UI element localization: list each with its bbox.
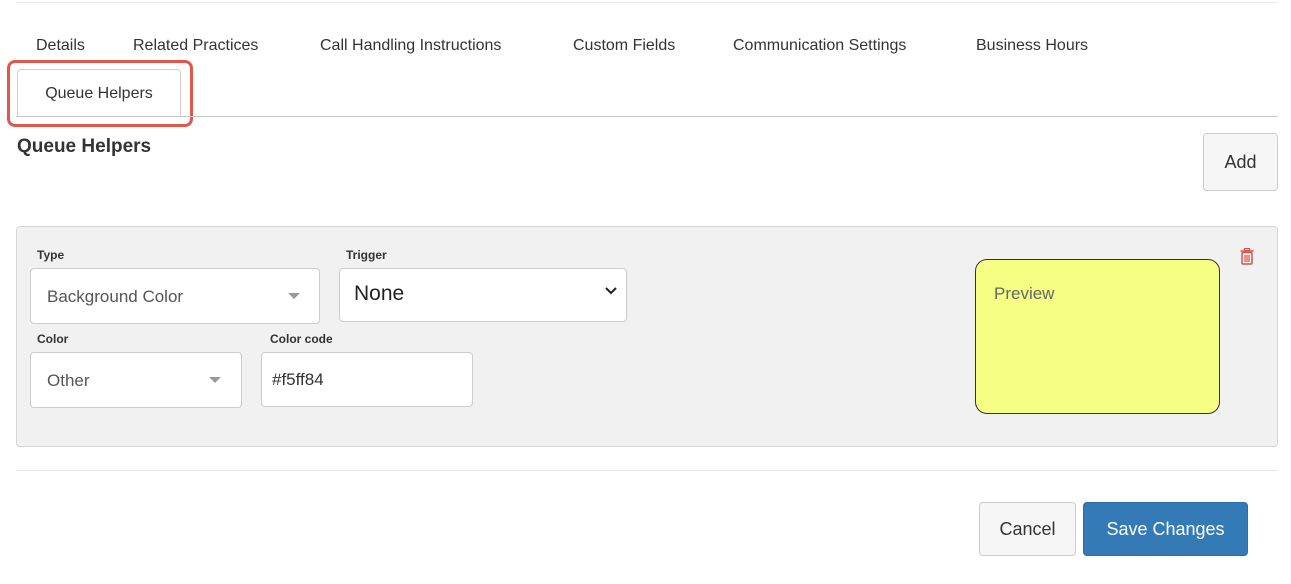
trash-icon[interactable] — [1240, 248, 1254, 265]
trigger-select[interactable]: None — [339, 268, 627, 322]
color-select-value: Other — [47, 371, 90, 390]
top-divider — [16, 2, 1278, 3]
color-code-label: Color code — [270, 332, 333, 346]
tab-related-practices[interactable]: Related Practices — [133, 37, 258, 55]
caret-down-icon — [209, 377, 221, 383]
type-select[interactable]: Background Color — [30, 268, 320, 324]
tab-queue-helpers[interactable]: Queue Helpers — [17, 69, 181, 116]
preview-box: Preview — [975, 259, 1220, 414]
type-select-value: Background Color — [47, 287, 184, 306]
tab-business-hours[interactable]: Business Hours — [976, 37, 1088, 55]
section-title: Queue Helpers — [17, 136, 152, 157]
color-select[interactable]: Other — [30, 352, 242, 408]
page: Details Related Practices Call Handling … — [0, 0, 1291, 584]
trigger-select-value: None — [354, 282, 405, 305]
tab-custom-fields[interactable]: Custom Fields — [573, 37, 675, 55]
tab-communication-settings[interactable]: Communication Settings — [733, 37, 906, 55]
chevron-down-icon — [605, 287, 617, 295]
tab-call-handling-instructions[interactable]: Call Handling Instructions — [320, 37, 501, 55]
tab-details[interactable]: Details — [36, 37, 85, 55]
cancel-button[interactable]: Cancel — [979, 502, 1076, 556]
tab-bar-divider — [16, 116, 1278, 117]
save-changes-button[interactable]: Save Changes — [1083, 502, 1248, 556]
color-label: Color — [37, 332, 69, 346]
caret-down-icon — [288, 293, 300, 299]
color-code-input[interactable] — [261, 352, 473, 407]
type-label: Type — [37, 248, 65, 262]
trigger-label: Trigger — [346, 248, 387, 262]
preview-label: Preview — [994, 284, 1055, 303]
footer-divider — [16, 470, 1278, 471]
add-button[interactable]: Add — [1203, 133, 1278, 191]
